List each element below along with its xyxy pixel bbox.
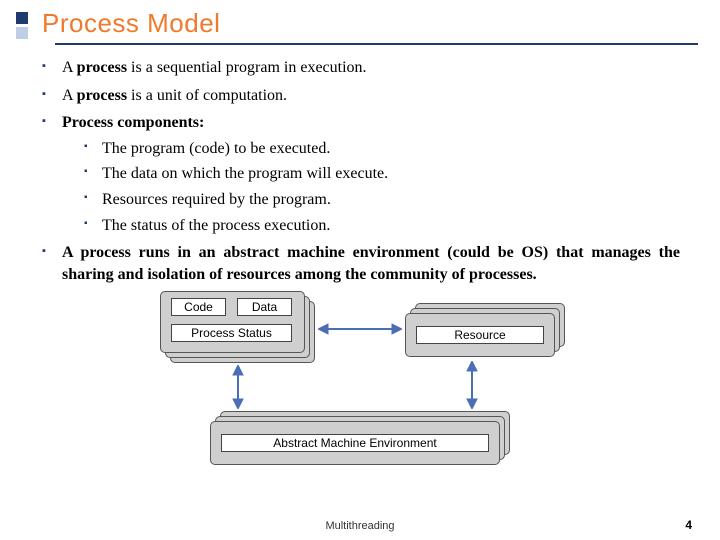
text: A [62,87,77,104]
text: A [62,59,77,76]
abstract-machine-block: Abstract Machine Environment [210,411,510,467]
title-decor-icon [16,8,28,39]
footer-text: Multithreading [0,520,720,532]
bullet-1: A process is a sequential program in exe… [40,57,680,79]
bullet-3: Process components: The program (code) t… [40,112,680,236]
resource-box: Resource [416,326,544,344]
process-diagram: Code Data Process Status Resource Abstra… [150,291,570,481]
sub-bullet-list: The program (code) to be executed. The d… [62,138,680,236]
abstract-machine-box: Abstract Machine Environment [221,434,489,452]
sub-bullet-4: The status of the process execution. [82,215,680,237]
code-box: Code [171,298,226,316]
bullet-2: A process is a unit of computation. [40,85,680,107]
bullet-4: A process runs in an abstract machine en… [40,242,680,285]
sub-bullet-1: The program (code) to be executed. [82,138,680,160]
text-strong: process [77,59,127,76]
text-strong: Process components: [62,114,204,131]
title-bar: Process Model [0,0,720,43]
sub-bullet-3: Resources required by the program. [82,189,680,211]
text-strong: process [77,87,127,104]
sub-bullet-2: The data on which the program will execu… [82,163,680,185]
page-number: 4 [685,518,692,532]
text: is a sequential program in execution. [127,59,366,76]
resource-block: Resource [405,303,565,359]
process-block: Code Data Process Status [160,291,315,363]
process-status-box: Process Status [171,324,292,342]
text: is a unit of computation. [127,87,287,104]
arrow-proc-res [318,319,402,339]
data-box: Data [237,298,292,316]
arrow-res-ame [462,361,482,409]
content-area: A process is a sequential program in exe… [0,45,720,481]
bullet-list: A process is a sequential program in exe… [40,57,680,285]
text-strong: A process runs in an abstract machine en… [62,244,680,283]
slide-title: Process Model [42,8,220,39]
arrow-proc-ame [228,365,248,409]
